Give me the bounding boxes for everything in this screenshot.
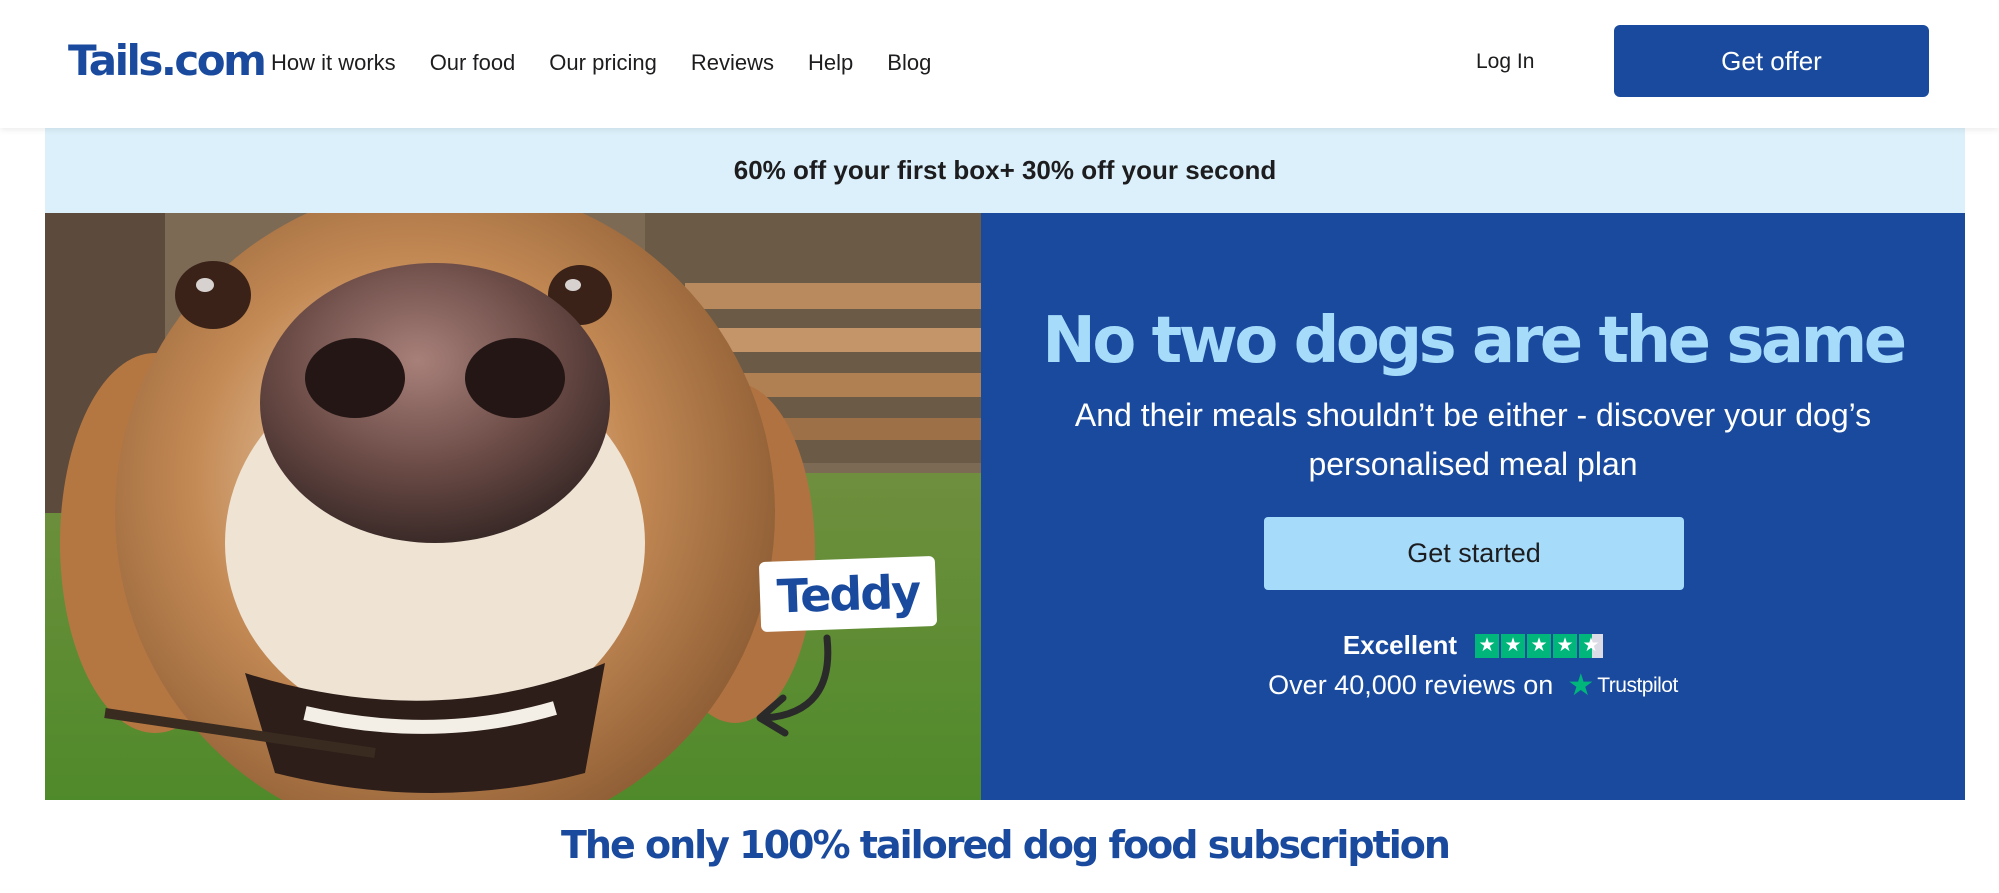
- pet-name-tag: Teddy: [758, 555, 938, 633]
- hero-subtitle: And their meals shouldn’t be either - di…: [1074, 397, 1872, 482]
- star-icon: ★: [1527, 633, 1552, 658]
- trustpilot-wordmark: Trustpilot: [1597, 673, 1678, 697]
- section-tagline: The only 100% tailored dog food subscrip…: [561, 823, 1451, 867]
- site-header: Tails.com How it works Our food Our pric…: [0, 0, 1999, 128]
- nav-our-pricing[interactable]: Our pricing: [549, 48, 657, 78]
- main-nav: How it works Our food Our pricing Review…: [271, 48, 965, 78]
- rating-row: Excellent ★ ★ ★ ★ ★: [981, 630, 1965, 661]
- trustpilot-logo[interactable]: ★ Trustpilot: [1567, 668, 1678, 702]
- hero-title: No two dogs are the same: [1042, 304, 1907, 378]
- pet-name-text: Teddy: [775, 564, 921, 624]
- reviews-row[interactable]: Over 40,000 reviews on ★ Trustpilot: [981, 670, 1965, 701]
- promo-text: 60% off your first box+ 30% off your sec…: [733, 155, 1277, 185]
- nav-blog[interactable]: Blog: [887, 48, 931, 78]
- get-started-button[interactable]: Get started: [1264, 517, 1684, 590]
- nav-our-food[interactable]: Our food: [430, 48, 516, 78]
- trustpilot-star-icon: ★: [1567, 668, 1595, 702]
- tails-logo[interactable]: Tails.com: [68, 36, 267, 86]
- hero-panel: No two dogs are the same And their meals…: [981, 213, 1965, 800]
- star-icon: ★: [1553, 633, 1578, 658]
- half-star-icon: ★: [1579, 633, 1604, 658]
- hero-dog-image: Teddy: [45, 213, 981, 800]
- login-link[interactable]: Log In: [1476, 47, 1534, 77]
- nav-how-it-works[interactable]: How it works: [271, 48, 396, 78]
- promo-banner: 60% off your first box+ 30% off your sec…: [45, 128, 1965, 213]
- star-icon: ★: [1475, 633, 1500, 658]
- reviews-count-text: Over 40,000 reviews on: [1268, 670, 1554, 700]
- nav-help[interactable]: Help: [808, 48, 853, 78]
- rating-label: Excellent: [1342, 630, 1458, 660]
- nav-reviews[interactable]: Reviews: [691, 48, 774, 78]
- get-offer-button[interactable]: Get offer: [1614, 25, 1929, 97]
- star-icon: ★: [1501, 633, 1526, 658]
- trustpilot-stars: ★ ★ ★ ★ ★: [1475, 633, 1604, 658]
